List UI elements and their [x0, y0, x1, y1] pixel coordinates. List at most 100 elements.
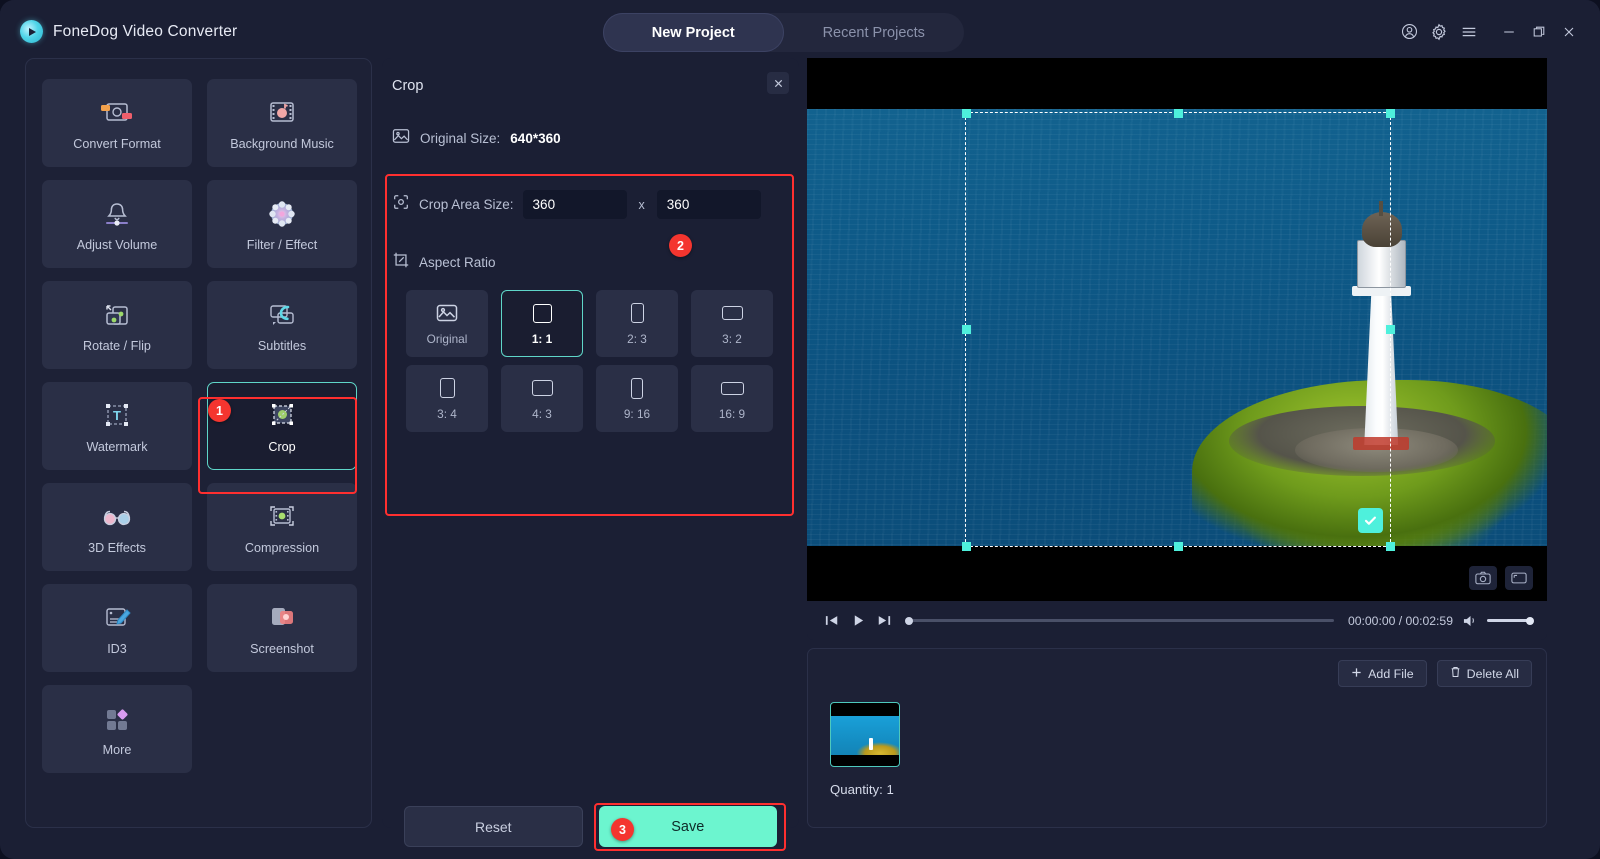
tool-id3[interactable]: ID3: [42, 584, 192, 672]
square-shape-icon: [532, 301, 552, 325]
aspect-ratio-9-16[interactable]: 9: 16: [596, 365, 678, 432]
subtitles-icon: [263, 298, 301, 332]
3d-effects-icon: [98, 500, 136, 534]
crop-handle-top-center[interactable]: [1173, 108, 1183, 118]
crop-area-size-row: Crop Area Size: x: [392, 190, 761, 219]
volume-icon[interactable]: [1461, 612, 1479, 630]
play-icon[interactable]: [849, 612, 867, 630]
original-size-row: Original Size: 640*360: [392, 128, 561, 149]
aspect-ratio-original[interactable]: Original: [406, 290, 488, 357]
add-file-button[interactable]: Add File: [1338, 660, 1427, 687]
dimension-separator: x: [638, 197, 645, 212]
seek-bar[interactable]: [905, 616, 1334, 625]
aspect-ratio-label-text: Original: [426, 332, 468, 346]
crop-handle-middle-left[interactable]: [961, 325, 971, 334]
skip-previous-icon[interactable]: [823, 612, 841, 630]
menu-hamburger-icon[interactable]: [1454, 17, 1484, 47]
tool-label: Filter / Effect: [246, 237, 318, 252]
delete-all-button[interactable]: Delete All: [1436, 660, 1532, 687]
aspect-ratio-3-2[interactable]: 3: 2: [691, 290, 773, 357]
delete-all-label: Delete All: [1466, 666, 1519, 681]
tools-panel: Convert Format Background Music Adjust V…: [25, 58, 372, 828]
letterbox-bottom: [807, 546, 1547, 601]
aspect-ratio-3-4[interactable]: 3: 4: [406, 365, 488, 432]
tool-label: Watermark: [86, 439, 148, 454]
file-list-actions: Add File Delete All: [1338, 660, 1532, 687]
brand: FoneDog Video Converter: [20, 20, 237, 43]
reset-button[interactable]: Reset: [404, 806, 583, 847]
aspect-ratio-1-1[interactable]: 1: 1: [501, 290, 583, 357]
close-icon[interactable]: [1554, 17, 1584, 47]
aspect-ratio-2-3[interactable]: 2: 3: [596, 290, 678, 357]
portrait-shape-icon: [630, 301, 644, 325]
tool-watermark[interactable]: T Watermark: [42, 382, 192, 470]
aspect-ratio-label-text: 3: 2: [722, 332, 742, 346]
camera-icon[interactable]: [1469, 566, 1497, 590]
aspect-ratio-16-9[interactable]: 16: 9: [691, 365, 773, 432]
seek-handle[interactable]: [905, 616, 913, 625]
aspect-ratio-header: Aspect Ratio: [392, 251, 496, 274]
screen-icon[interactable]: [1505, 566, 1533, 590]
crop-handle-middle-right[interactable]: [1385, 325, 1395, 334]
settings-gear-icon[interactable]: [1424, 17, 1454, 47]
aspect-ratio-label-text: 3: 4: [437, 407, 457, 421]
minimize-icon[interactable]: [1494, 17, 1524, 47]
tool-convert-format[interactable]: Convert Format: [42, 79, 192, 167]
crop-action-buttons: Reset Save: [382, 806, 799, 847]
check-icon[interactable]: [1358, 508, 1383, 533]
file-thumbnail[interactable]: [830, 702, 900, 767]
image-icon: [392, 128, 410, 149]
crop-handle-bottom-left[interactable]: [961, 541, 971, 551]
more-icon: [98, 702, 136, 736]
crop-width-input[interactable]: [522, 190, 627, 219]
portrait-shape-icon: [439, 376, 455, 400]
volume-slider[interactable]: [1487, 616, 1534, 625]
letterbox-top: [807, 58, 1547, 109]
rotate-flip-icon: [98, 298, 136, 332]
compression-icon: [263, 500, 301, 534]
close-icon[interactable]: [767, 72, 789, 94]
tool-adjust-volume[interactable]: Adjust Volume: [42, 180, 192, 268]
thumbnail-image: [831, 716, 899, 755]
crop-handle-bottom-right[interactable]: [1385, 541, 1395, 551]
window-controls: [1394, 0, 1584, 63]
crop-handle-top-left[interactable]: [961, 108, 971, 118]
image-icon: [436, 301, 458, 325]
tool-more[interactable]: More: [42, 685, 192, 773]
crop-selection-overlay[interactable]: [961, 108, 1395, 551]
tool-rotate-flip[interactable]: Rotate / Flip: [42, 281, 192, 369]
crop-handle-bottom-center[interactable]: [1173, 541, 1183, 551]
aspect-ratio-grid: Original 1: 1 2: 3 3: 2 3: 4 4: 3 9: 16 …: [406, 290, 773, 432]
aspect-ratio-icon: [392, 251, 410, 274]
crop-handle-top-right[interactable]: [1385, 108, 1395, 118]
tool-label: Crop: [268, 439, 296, 454]
crop-height-input[interactable]: [656, 190, 761, 219]
tool-compression[interactable]: Compression: [207, 483, 357, 571]
tool-label: Compression: [244, 540, 320, 555]
tool-3d-effects[interactable]: 3D Effects: [42, 483, 192, 571]
screenshot-icon: [263, 601, 301, 635]
landscape-shape-icon: [531, 376, 553, 400]
tool-background-music[interactable]: Background Music: [207, 79, 357, 167]
account-icon[interactable]: [1394, 17, 1424, 47]
tab-recent-projects[interactable]: Recent Projects: [784, 13, 965, 52]
landscape-shape-icon: [721, 301, 743, 325]
video-stage[interactable]: [807, 58, 1547, 601]
original-size-value: 640*360: [510, 131, 561, 146]
convert-format-icon: [98, 96, 136, 130]
crop-area-size-label: Crop Area Size:: [419, 197, 514, 212]
project-tabs: New Project Recent Projects: [603, 13, 964, 52]
tool-label: ID3: [107, 641, 127, 656]
tool-crop[interactable]: Crop: [207, 382, 357, 470]
watermark-icon: T: [98, 399, 136, 433]
aspect-ratio-label-text: 9: 16: [623, 407, 651, 421]
tab-new-project[interactable]: New Project: [603, 13, 784, 52]
skip-next-icon[interactable]: [875, 612, 893, 630]
tool-label: Convert Format: [73, 136, 161, 151]
maximize-icon[interactable]: [1524, 17, 1554, 47]
tool-filter-effect[interactable]: Filter / Effect: [207, 180, 357, 268]
aspect-ratio-4-3[interactable]: 4: 3: [501, 365, 583, 432]
tool-screenshot[interactable]: Screenshot: [207, 584, 357, 672]
tool-subtitles[interactable]: Subtitles: [207, 281, 357, 369]
volume-handle[interactable]: [1526, 616, 1534, 625]
